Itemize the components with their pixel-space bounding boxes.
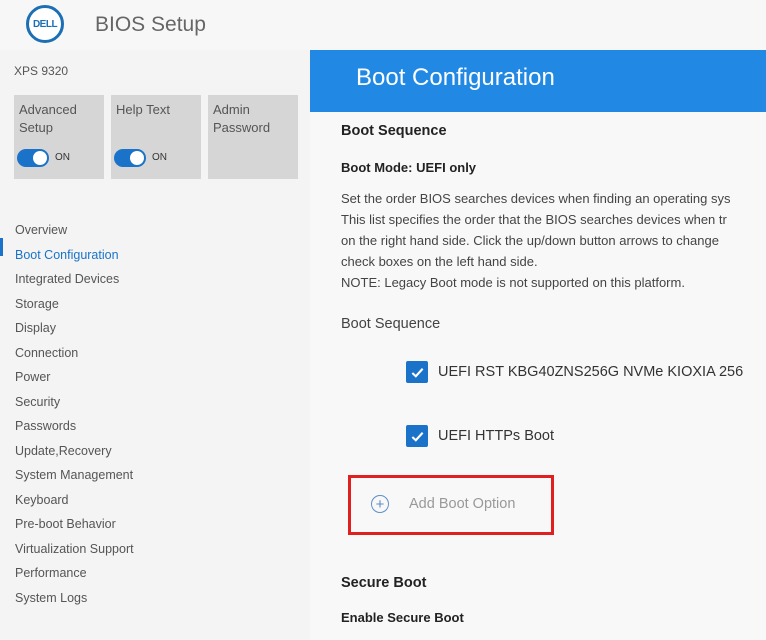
sidebar-item-boot-configuration[interactable]: Boot Configuration [15, 243, 134, 268]
section-title-boot-sequence: Boot Sequence [341, 123, 447, 139]
help-text-tile: Help Text ON [111, 95, 201, 179]
toggle-knob [33, 151, 47, 165]
boot-sequence-description: Set the order BIOS searches devices when… [341, 188, 766, 293]
toggle-track [17, 149, 49, 167]
sidebar-item-virtualization-support[interactable]: Virtualization Support [15, 537, 134, 562]
add-boot-option-label: Add Boot Option [409, 496, 516, 512]
description-line: Set the order BIOS searches devices when… [341, 191, 731, 206]
sidebar-item-passwords[interactable]: Passwords [15, 414, 134, 439]
sidebar-item-overview[interactable]: Overview [15, 218, 134, 243]
boot-item[interactable]: UEFI HTTPs Boot [406, 425, 554, 447]
sidebar: XPS 9320 Advanced Setup ON Help Text ON … [0, 50, 310, 640]
advanced-setup-tile: Advanced Setup ON [14, 95, 104, 179]
sidebar-item-display[interactable]: Display [15, 316, 134, 341]
enable-secure-boot-label: Enable Secure Boot [341, 610, 464, 625]
checkmark-icon [411, 367, 423, 378]
toggle-track [114, 149, 146, 167]
tile-label: Help Text [116, 102, 170, 117]
boot-mode-label: Boot Mode: UEFI only [341, 160, 477, 175]
help-text-toggle[interactable]: ON [114, 149, 167, 167]
boot-item-label: UEFI RST KBG40ZNS256G NVMe KIOXIA 256 [438, 364, 744, 380]
description-line: NOTE: Legacy Boot mode is not supported … [341, 275, 685, 290]
dell-logo: DELL [26, 5, 64, 43]
tile-label: Admin Password [213, 102, 271, 135]
boot-item[interactable]: UEFI RST KBG40ZNS256G NVMe KIOXIA 256 [406, 361, 743, 383]
model-name: XPS 9320 [14, 64, 69, 78]
active-nav-marker [0, 238, 3, 256]
highlight-box: + Add Boot Option [348, 475, 554, 535]
description-line: This list specifies the order that the B… [341, 212, 727, 227]
plus-circle-icon: + [371, 495, 389, 513]
sidebar-item-power[interactable]: Power [15, 365, 134, 390]
app-title: BIOS Setup [95, 13, 206, 36]
checkmark-icon [411, 431, 423, 442]
sidebar-item-pre-boot-behavior[interactable]: Pre-boot Behavior [15, 512, 134, 537]
main-panel: Boot Configuration Boot Sequence Boot Mo… [310, 50, 766, 640]
admin-password-tile[interactable]: Admin Password [208, 95, 298, 179]
description-line: on the right hand side. Click the up/dow… [341, 233, 719, 248]
page-header: Boot Configuration [310, 50, 766, 112]
top-bar: DELL BIOS Setup [0, 0, 766, 50]
sidebar-item-performance[interactable]: Performance [15, 561, 134, 586]
sidebar-item-keyboard[interactable]: Keyboard [15, 488, 134, 513]
sidebar-item-update-recovery[interactable]: Update,Recovery [15, 439, 134, 464]
add-boot-option-button[interactable]: + Add Boot Option [371, 495, 515, 513]
section-title-secure-boot: Secure Boot [341, 575, 427, 591]
sidebar-item-security[interactable]: Security [15, 390, 134, 415]
toggle-knob [130, 151, 144, 165]
boot-item-checkbox[interactable] [406, 361, 428, 383]
page-title: Boot Configuration [356, 64, 555, 91]
advanced-setup-toggle[interactable]: ON [17, 149, 70, 167]
sidebar-item-system-management[interactable]: System Management [15, 463, 134, 488]
boot-item-label: UEFI HTTPs Boot [438, 428, 555, 444]
boot-sequence-subtitle: Boot Sequence [341, 316, 441, 332]
description-line: check boxes on the left hand side. [341, 254, 538, 269]
sidebar-item-system-logs[interactable]: System Logs [15, 586, 134, 611]
sidebar-nav: Overview Boot Configuration Integrated D… [15, 218, 134, 610]
sidebar-item-integrated-devices[interactable]: Integrated Devices [15, 267, 134, 292]
tile-label: Advanced Setup [19, 102, 77, 135]
toggle-state: ON [152, 152, 167, 163]
sidebar-item-storage[interactable]: Storage [15, 292, 134, 317]
sidebar-item-connection[interactable]: Connection [15, 341, 134, 366]
toggle-state: ON [55, 152, 70, 163]
boot-item-checkbox[interactable] [406, 425, 428, 447]
